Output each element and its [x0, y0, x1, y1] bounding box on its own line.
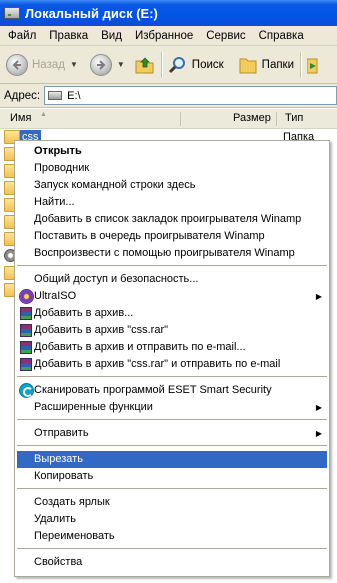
menu-item-winamp-enqueue[interactable]: Поставить в очередь проигрывателя Winamp: [17, 228, 327, 245]
menu-separator: [17, 265, 327, 266]
submenu-arrow-icon: ▶: [315, 292, 322, 301]
drive-icon: [4, 7, 20, 19]
forward-dropdown-icon[interactable]: ▼: [117, 60, 125, 69]
eset-icon: [19, 383, 34, 398]
menu-separator: [17, 488, 327, 489]
context-menu: Открыть Проводник Запуск командной строк…: [14, 140, 330, 577]
menu-item-rename[interactable]: Переименовать: [17, 528, 327, 545]
folder-up-icon[interactable]: [135, 56, 155, 74]
menu-item-label: UltraISO: [34, 290, 77, 302]
menu-item-find[interactable]: Найти...: [17, 194, 327, 211]
toolbar-separator: [160, 51, 162, 78]
toolbar: Назад ▼ ▼ Поиск Папки: [0, 46, 337, 84]
back-label: Назад: [32, 58, 65, 71]
forward-arrow-icon: [89, 53, 112, 76]
menu-item-add-archive[interactable]: Добавить в архив...: [17, 305, 327, 322]
title-bar: Локальный диск (E:): [0, 0, 337, 26]
menu-help[interactable]: Справка: [253, 26, 311, 46]
folders-icon: [238, 55, 258, 75]
menu-file[interactable]: Файл: [2, 26, 43, 46]
submenu-arrow-icon: ▶: [315, 403, 322, 412]
menu-item-label: Сканировать программой ESET Smart Securi…: [34, 384, 272, 396]
menu-item-label: Добавить в архив "css.rar": [34, 324, 169, 336]
back-dropdown-icon[interactable]: ▼: [70, 60, 78, 69]
menu-item-sharing[interactable]: Общий доступ и безопасность...: [17, 271, 327, 288]
menu-separator: [17, 445, 327, 446]
address-field[interactable]: E:\: [44, 86, 337, 105]
toolbar-separator: [300, 51, 302, 78]
sort-arrow-icon: ▲: [40, 111, 47, 118]
address-label: Адрес:: [4, 89, 41, 102]
menu-item-add-email[interactable]: Добавить в архив и отправить по e-mail..…: [17, 339, 327, 356]
folders-label: Папки: [261, 58, 295, 71]
move-to-icon[interactable]: [307, 55, 319, 75]
drive-icon: [48, 91, 63, 100]
menu-item-delete[interactable]: Удалить: [17, 511, 327, 528]
menu-item-advanced[interactable]: Расширенные функции ▶: [17, 399, 327, 416]
menu-item-ultraiso[interactable]: UltraISO ▶: [17, 288, 327, 305]
search-icon: [168, 55, 188, 75]
back-arrow-icon: [6, 53, 28, 76]
menu-item-eset-scan[interactable]: Сканировать программой ESET Smart Securi…: [17, 382, 327, 399]
file-list-header: Имя ▲ Размер Тип: [0, 109, 337, 129]
column-size-header[interactable]: Размер: [233, 112, 271, 124]
menu-item-label: Отправить: [34, 427, 89, 439]
menu-separator: [17, 548, 327, 549]
ultraiso-icon: [19, 289, 34, 304]
search-label: Поиск: [191, 58, 224, 71]
address-bar: Адрес: E:\: [0, 84, 337, 108]
menu-item-winamp-bookmark[interactable]: Добавить в список закладок проигрывателя…: [17, 211, 327, 228]
back-button[interactable]: Назад ▼: [6, 53, 78, 76]
menu-separator: [17, 376, 327, 377]
menu-edit[interactable]: Правка: [43, 26, 95, 46]
menu-item-create-shortcut[interactable]: Создать ярлык: [17, 494, 327, 511]
menu-view[interactable]: Вид: [95, 26, 129, 46]
winrar-icon: [19, 357, 34, 372]
menu-item-add-css-rar-email[interactable]: Добавить в архив "css.rar" и отправить п…: [17, 356, 327, 373]
menu-item-cmd-here[interactable]: Запуск командной строки здесь: [17, 177, 327, 194]
menu-item-winamp-play[interactable]: Воспроизвести с помощью проигрывателя Wi…: [17, 245, 327, 262]
menu-item-label: Добавить в архив "css.rar" и отправить п…: [34, 358, 281, 370]
winrar-icon: [19, 323, 34, 338]
forward-button[interactable]: ▼: [89, 53, 125, 76]
menu-item-label: Добавить в архив...: [34, 307, 134, 319]
winrar-icon: [19, 340, 34, 355]
search-button[interactable]: Поиск: [168, 55, 224, 75]
menu-bar: Файл Правка Вид Избранное Сервис Справка: [0, 26, 337, 46]
menu-item-properties[interactable]: Свойства: [17, 554, 327, 571]
menu-favorites[interactable]: Избранное: [129, 26, 200, 46]
menu-item-label: Добавить в архив и отправить по e-mail..…: [34, 341, 246, 353]
column-divider[interactable]: [180, 112, 181, 126]
window-title: Локальный диск (E:): [25, 5, 158, 21]
column-type-header[interactable]: Тип: [285, 112, 303, 124]
menu-item-copy[interactable]: Копировать: [17, 468, 327, 485]
menu-item-add-css-rar[interactable]: Добавить в архив "css.rar": [17, 322, 327, 339]
submenu-arrow-icon: ▶: [315, 429, 322, 438]
winrar-icon: [19, 306, 34, 321]
menu-separator: [17, 419, 327, 420]
menu-item-label: Расширенные функции: [34, 401, 153, 413]
menu-item-explorer[interactable]: Проводник: [17, 160, 327, 177]
column-name-header[interactable]: Имя: [10, 112, 31, 124]
folders-button[interactable]: Папки: [238, 55, 294, 75]
menu-tools[interactable]: Сервис: [200, 26, 252, 46]
menu-item-send-to[interactable]: Отправить ▶: [17, 425, 327, 442]
menu-item-cut[interactable]: Вырезать: [17, 451, 327, 468]
menu-item-open[interactable]: Открыть: [17, 143, 327, 160]
address-value: E:\: [67, 89, 81, 102]
column-divider[interactable]: [276, 112, 277, 126]
